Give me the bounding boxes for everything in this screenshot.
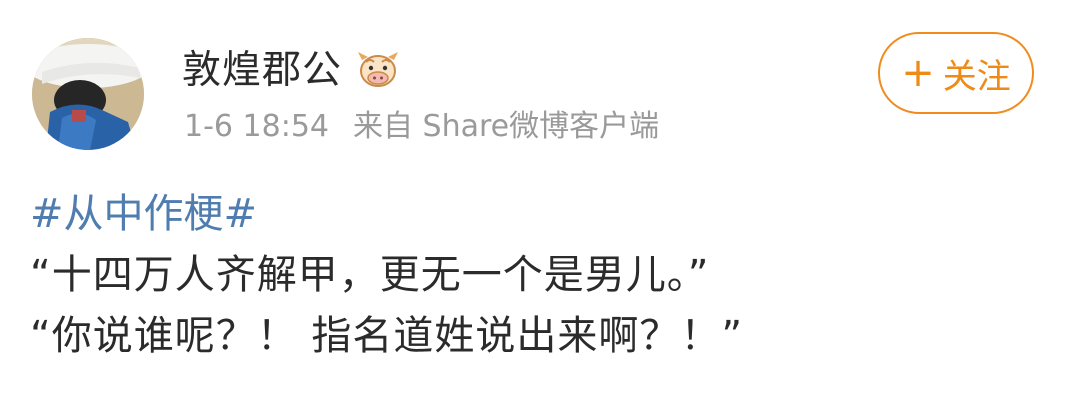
post-content-line-2: “你说谁呢？！ 指名道姓说出来啊？！”	[30, 313, 744, 359]
cow-emoji-badge-icon	[356, 50, 400, 90]
plus-icon: +	[901, 50, 935, 96]
topic-hashtag-link[interactable]: #从中作梗#	[30, 190, 257, 238]
avatar[interactable]	[32, 38, 144, 150]
post-content-line-1: “十四万人齐解甲，更无一个是男儿。”	[30, 252, 710, 298]
post-time: 1-6 18:54	[184, 109, 329, 144]
post-source: 来自 Share微博客户端	[353, 109, 660, 144]
follow-button-label: 关注	[942, 56, 1011, 97]
follow-button[interactable]: + 关注	[878, 32, 1034, 114]
avatar-image	[32, 38, 144, 150]
weibo-post-card: 敦煌郡公 1-6 18:54 来自 Share微博客户端 + 关注 #从中作梗# …	[0, 0, 1071, 405]
post-meta: 1-6 18:54 来自 Share微博客户端	[184, 112, 659, 142]
author-name[interactable]: 敦煌郡公	[182, 51, 342, 90]
author-row: 敦煌郡公	[182, 44, 400, 96]
